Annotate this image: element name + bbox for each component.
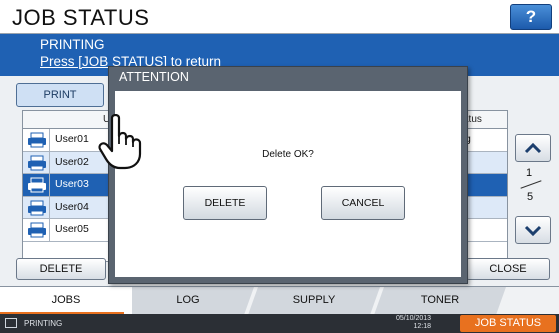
dialog-title: ATTENTION: [119, 70, 189, 84]
confirm-delete-button[interactable]: DELETE: [183, 186, 267, 220]
dialog-message: Delete OK?: [262, 149, 314, 160]
dialog-body: Delete OK? DELETE CANCEL: [115, 91, 461, 277]
attention-dialog: ATTENTION Delete OK? DELETE CANCEL: [108, 66, 468, 284]
dialog-overlay: ATTENTION Delete OK? DELETE CANCEL: [0, 0, 559, 333]
cancel-button[interactable]: CANCEL: [321, 186, 405, 220]
pointing-hand-icon: [98, 114, 142, 170]
